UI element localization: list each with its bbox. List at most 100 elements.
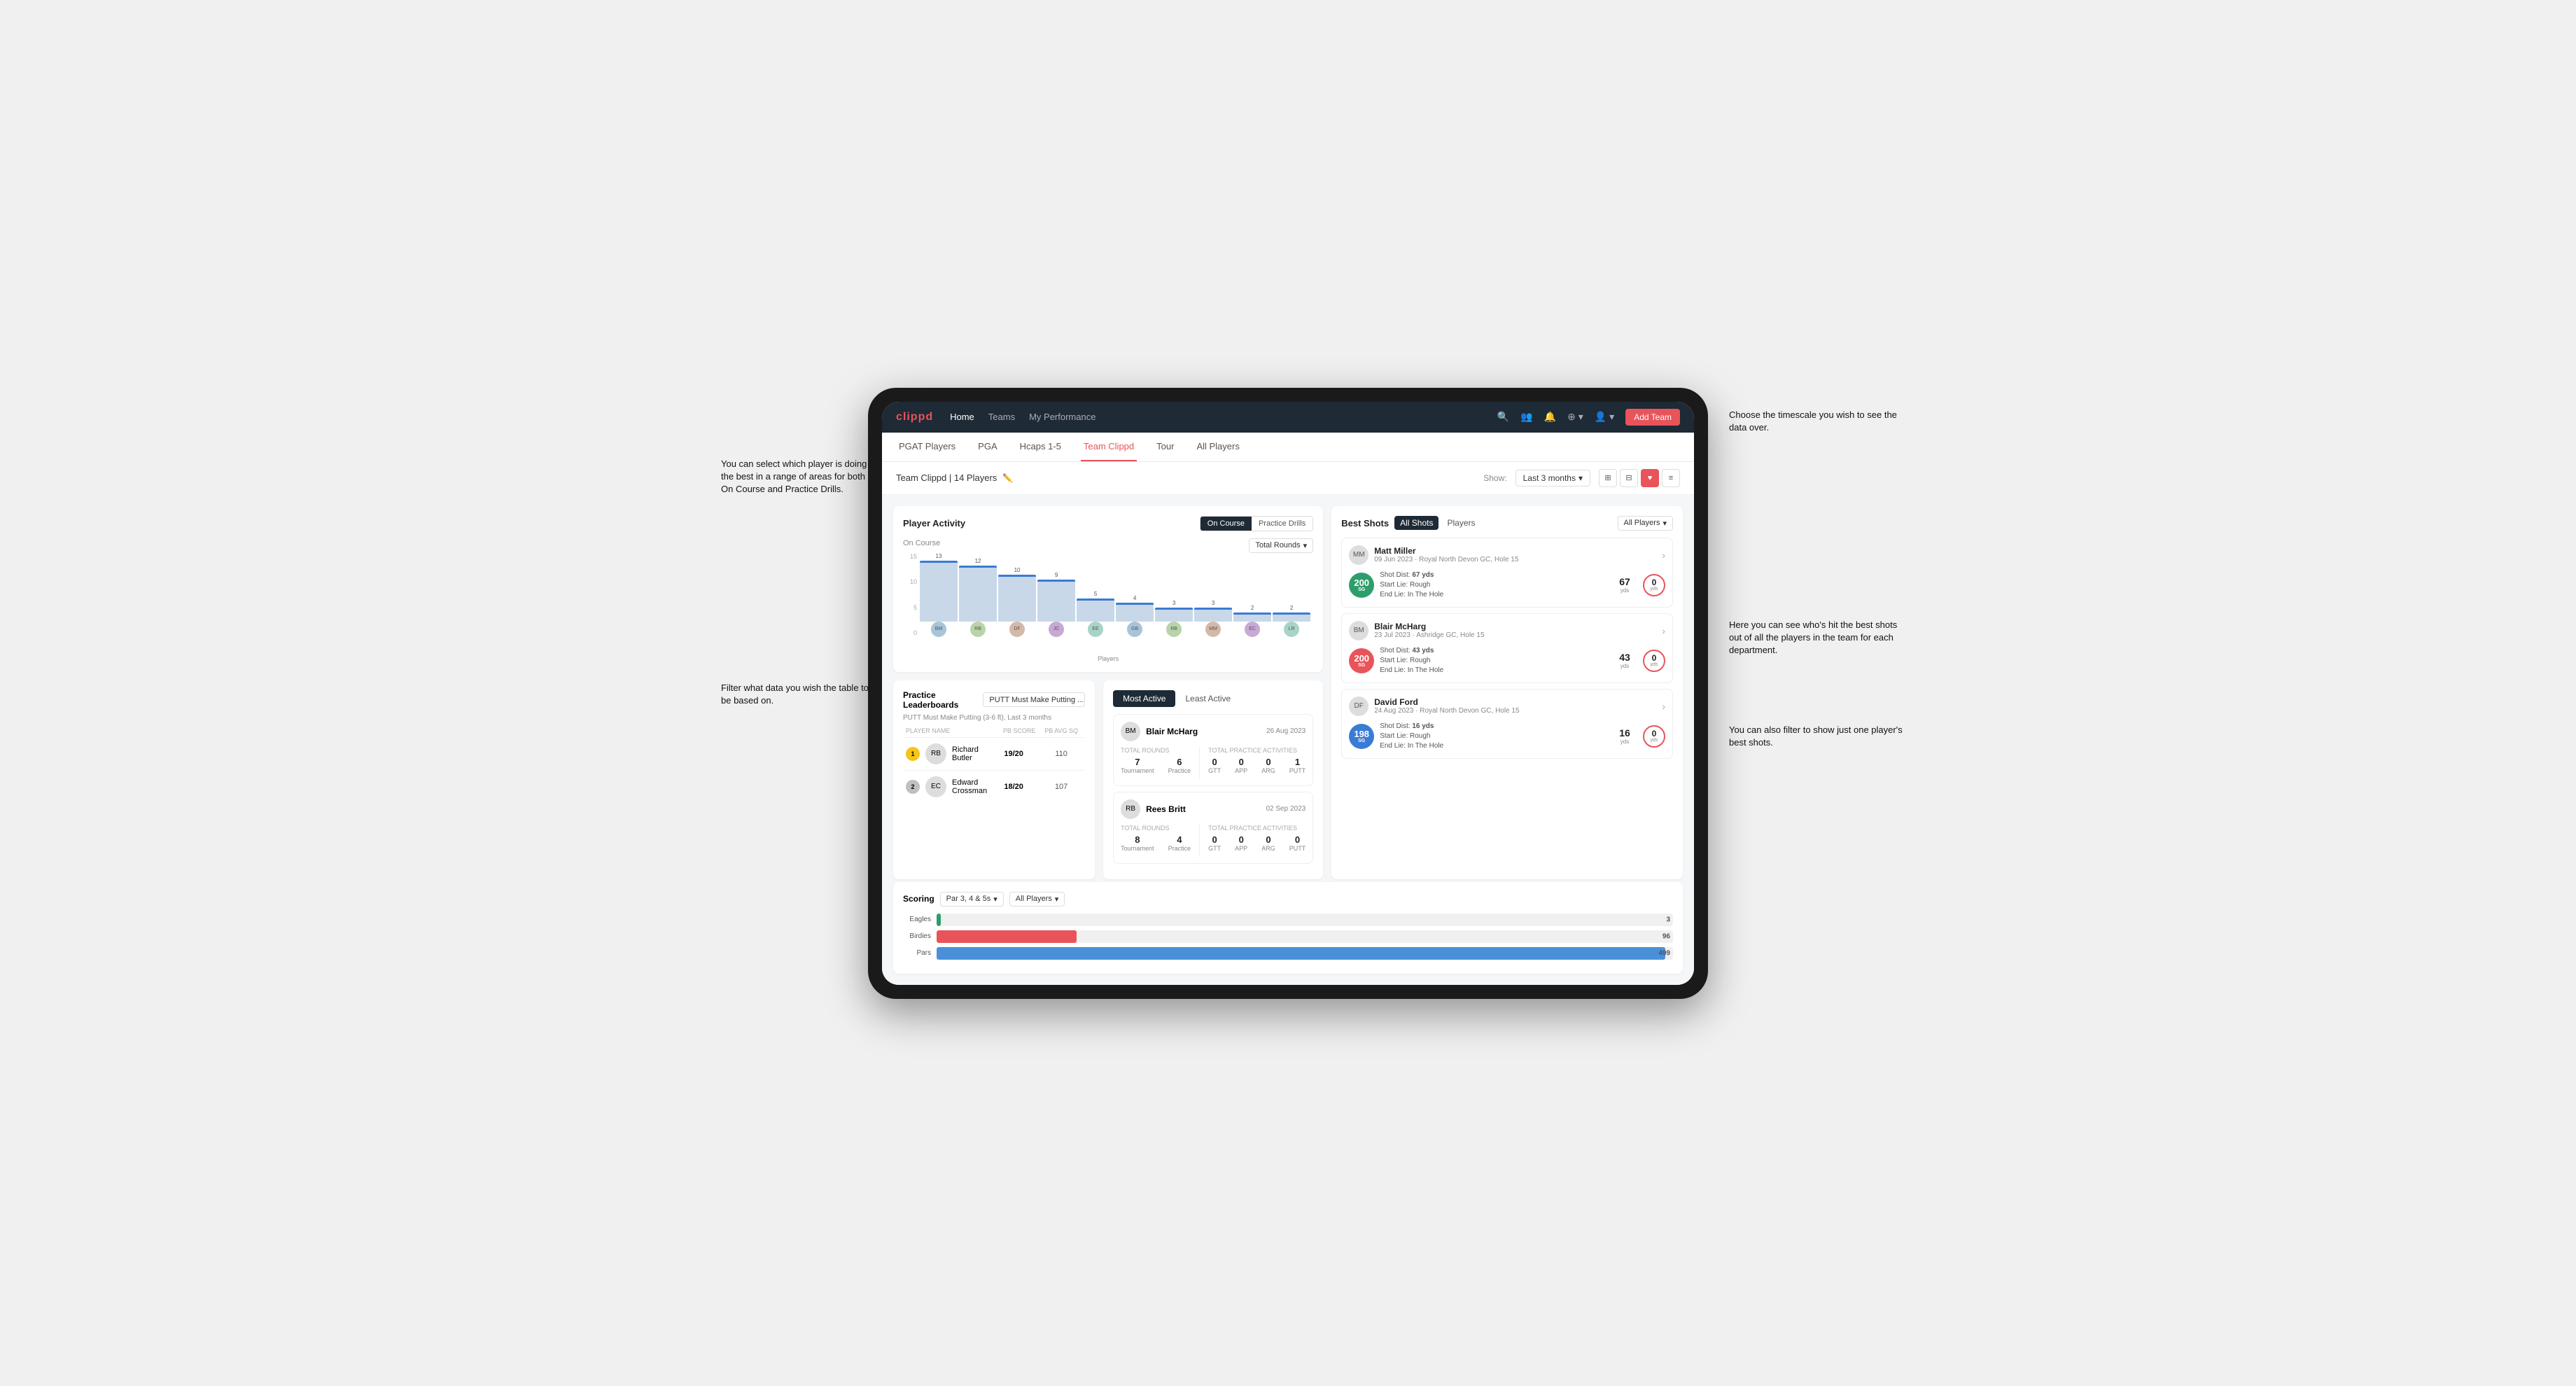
bar-chart: 15 10 5 0 13BM12RB10DF9JC5EE4GB3RB3MM2EC… (903, 553, 1313, 651)
bar-value-7: 3 (1212, 600, 1214, 606)
shot-player-info-0: Matt Miller 09 Jun 2023 · Royal North De… (1374, 546, 1656, 564)
edit-icon[interactable]: ✏️ (1002, 473, 1013, 483)
activity-player-1[interactable]: RB Rees Britt 02 Sep 2023 Total Rounds 8 (1113, 792, 1313, 864)
shots-player-filter[interactable]: All Players ▾ (1618, 516, 1674, 531)
view-heart-btn[interactable]: ♥ (1641, 469, 1659, 487)
bar-6[interactable] (1155, 608, 1193, 622)
tab-team-clippd[interactable]: Team Clippd (1081, 433, 1137, 461)
tab-least-active[interactable]: Least Active (1175, 690, 1240, 707)
shot-player-detail-2: 24 Aug 2023 · Royal North Devon GC, Hole… (1374, 707, 1656, 715)
tab-all-players[interactable]: All Players (1194, 433, 1242, 461)
shot-sg-label-0: SG (1358, 587, 1365, 592)
bar-0[interactable] (920, 561, 958, 622)
bell-icon[interactable]: 🔔 (1544, 411, 1556, 423)
bar-9[interactable] (1273, 612, 1310, 622)
shot-arrow-1[interactable]: › (1662, 625, 1665, 636)
shot-item-0[interactable]: MM Matt Miller 09 Jun 2023 · Royal North… (1341, 538, 1673, 608)
view-grid4-btn[interactable]: ⊞ (1599, 469, 1617, 487)
practice-dropdown-label: PUTT Must Make Putting ... (989, 696, 1084, 704)
scoring-players-dropdown[interactable]: All Players ▾ (1009, 892, 1065, 906)
activity-player-0[interactable]: BM Blair McHarg 26 Aug 2023 Total Rounds (1113, 714, 1313, 786)
bar-4[interactable] (1077, 598, 1114, 622)
toggle-practice-drills[interactable]: Practice Drills (1252, 517, 1312, 531)
shot-sg-badge-1: 200 SG (1349, 648, 1374, 673)
x-axis-label: Players (903, 655, 1313, 662)
gtt-val-0: 0 (1208, 757, 1221, 767)
bar-avatar-9: LR (1284, 622, 1299, 637)
putt-val-1: 0 (1289, 834, 1306, 845)
tab-hcaps[interactable]: Hcaps 1-5 (1017, 433, 1064, 461)
view-grid-btn[interactable]: ⊟ (1620, 469, 1638, 487)
nav-my-performance[interactable]: My Performance (1029, 412, 1096, 422)
bar-value-0: 13 (936, 553, 942, 559)
tab-all-shots[interactable]: All Shots (1394, 516, 1438, 530)
annotation-mr: Here you can see who's hit the best shot… (1729, 619, 1911, 657)
lb-row-0[interactable]: 1 RB Richard Butler 19/20 110 (903, 737, 1085, 770)
tab-most-active[interactable]: Most Active (1113, 690, 1175, 707)
bar-2[interactable] (998, 575, 1036, 622)
scoring-par-dropdown[interactable]: Par 3, 4 & 5s ▾ (940, 892, 1004, 906)
scoring-label-pars: Pars (903, 949, 931, 957)
shot-player-name-0: Matt Miller (1374, 546, 1656, 556)
show-dropdown[interactable]: Last 3 months ▾ (1516, 470, 1590, 486)
tab-pgat-players[interactable]: PGAT Players (896, 433, 958, 461)
add-team-button[interactable]: Add Team (1625, 409, 1680, 426)
scoring-fill-eagles (937, 913, 941, 926)
putt-val-0: 1 (1289, 757, 1306, 767)
lb-avg-0: 110 (1040, 750, 1082, 758)
bar-avatar-7: MM (1205, 622, 1221, 637)
shot-arrow-0[interactable]: › (1662, 550, 1665, 561)
shot-desc-2: Shot Dist: 16 yds Start Lie: Rough End L… (1380, 722, 1606, 751)
bars-area: 13BM12RB10DF9JC5EE4GB3RB3MM2EC2LR (920, 553, 1310, 651)
shot-player-row-0: MM Matt Miller 09 Jun 2023 · Royal North… (1349, 545, 1665, 565)
tab-players[interactable]: Players (1441, 516, 1480, 530)
add-icon[interactable]: ⊕ ▾ (1567, 411, 1583, 423)
bar-1[interactable] (959, 566, 997, 622)
practice-header: Practice Leaderboards PUTT Must Make Put… (903, 690, 1085, 710)
bar-7[interactable] (1194, 608, 1232, 622)
bar-group-7: 3 MM (1194, 600, 1232, 637)
chart-filter-dropdown[interactable]: Total Rounds ▾ (1249, 538, 1313, 553)
annotation-tr: Choose the timescale you wish to see the… (1729, 409, 1904, 434)
activity-player-header-1: RB Rees Britt 02 Sep 2023 (1121, 799, 1306, 819)
scoring-fill-pars (937, 947, 1665, 960)
practice-dropdown[interactable]: PUTT Must Make Putting ... ▾ (983, 692, 1085, 707)
bar-value-9: 2 (1290, 605, 1293, 611)
bar-8[interactable] (1233, 612, 1271, 622)
sub-nav: PGAT Players PGA Hcaps 1-5 Team Clippd T… (882, 433, 1694, 462)
search-icon[interactable]: 🔍 (1497, 411, 1509, 423)
view-icons: ⊞ ⊟ ♥ ≡ (1599, 469, 1680, 487)
bar-group-5: 4GB (1116, 595, 1154, 637)
toggle-on-course[interactable]: On Course (1200, 517, 1252, 531)
bar-group-2: 10DF (998, 567, 1036, 637)
shot-player-detail-1: 23 Jul 2023 · Ashridge GC, Hole 15 (1374, 631, 1656, 639)
shot-sg-num-2: 198 (1354, 729, 1369, 738)
users-icon[interactable]: 👥 (1520, 411, 1532, 423)
total-practice-label-1: Total Practice Activities (1208, 825, 1306, 832)
chevron-down-icon: ▾ (1578, 473, 1583, 483)
team-header-right: Show: Last 3 months ▾ ⊞ ⊟ ♥ ≡ (1483, 469, 1680, 487)
bar-5[interactable] (1116, 603, 1154, 622)
practice-val-0: 6 (1168, 757, 1191, 767)
avatar-icon[interactable]: 👤 ▾ (1595, 411, 1614, 423)
best-shots-card: Best Shots All Shots Players All Players… (1331, 506, 1683, 879)
bar-3[interactable] (1037, 580, 1075, 622)
shot-player-name-2: David Ford (1374, 697, 1656, 707)
lb-avg-1: 107 (1040, 783, 1082, 791)
tab-pga[interactable]: PGA (975, 433, 1000, 461)
shot-item-2[interactable]: DF David Ford 24 Aug 2023 · Royal North … (1341, 689, 1673, 759)
shot-arrow-2[interactable]: › (1662, 701, 1665, 712)
nav-home[interactable]: Home (950, 412, 974, 422)
scoring-bar-pars: Pars 499 (903, 947, 1673, 960)
shots-player-filter-label: All Players (1624, 519, 1660, 527)
tablet-screen: clippd Home Teams My Performance 🔍 👥 🔔 ⊕… (882, 402, 1694, 985)
shot-sg-badge-2: 198 SG (1349, 724, 1374, 749)
shot-stats-2: 198 SG Shot Dist: 16 yds Start Lie: Roug… (1349, 722, 1665, 751)
lb-row-1[interactable]: 2 EC Edward Crossman 18/20 107 (903, 770, 1085, 803)
view-list-btn[interactable]: ≡ (1662, 469, 1680, 487)
bar-group-9: 2 LR (1273, 605, 1310, 637)
shot-metric1-1: 43 yds (1612, 652, 1637, 669)
tab-tour[interactable]: Tour (1154, 433, 1177, 461)
shot-item-1[interactable]: BM Blair McHarg 23 Jul 2023 · Ashridge G… (1341, 613, 1673, 683)
nav-teams[interactable]: Teams (988, 412, 1015, 422)
